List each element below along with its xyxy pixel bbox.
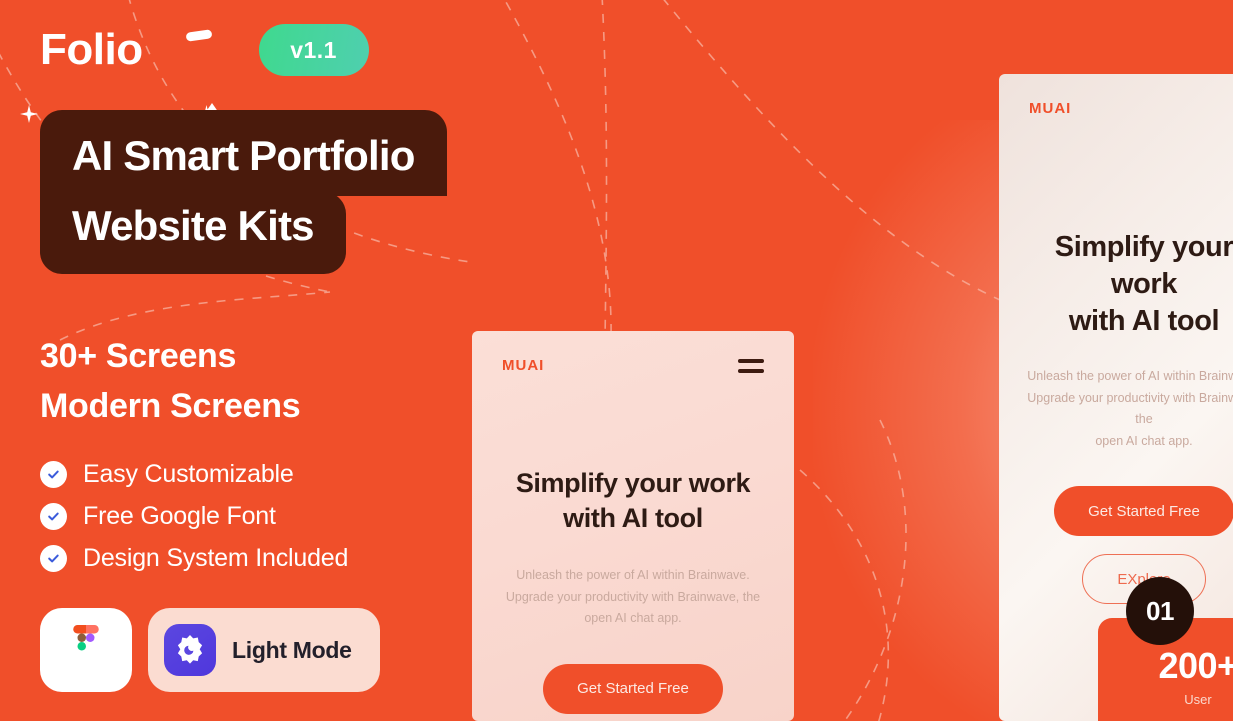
brand-logo-text: Folio xyxy=(40,25,143,74)
preview-paragraph-line-2: Upgrade your productivity with Brainwave… xyxy=(505,589,761,604)
preview-body: Simplify your work with AI tool Unleash … xyxy=(472,466,794,714)
headline-block: AI Smart Portfolio Website Kits xyxy=(40,110,447,275)
preview-heading-line-2: with AI tool xyxy=(1068,305,1220,338)
light-mode-badge[interactable]: Light Mode xyxy=(148,608,380,692)
preview-card-center: MUAI Simplify your work with AI tool Unl… xyxy=(472,331,794,721)
check-icon xyxy=(40,461,67,488)
light-mode-label: Light Mode xyxy=(232,636,352,663)
preview-heading-line-2: with AI tool xyxy=(563,502,703,533)
get-started-free-button[interactable]: Get Started Free xyxy=(543,663,723,714)
stat-label: User xyxy=(1184,692,1212,707)
preview-paragraph: Unleash the power of AI within Brainwave… xyxy=(1027,366,1233,452)
figma-logo-icon xyxy=(73,625,99,651)
preview-paragraph-line-3: open AI chat app. xyxy=(1095,433,1193,448)
check-icon xyxy=(40,545,67,572)
preview-brand: MUAI xyxy=(502,357,545,374)
left-content-column: Folio v1.1 AI Smart Portfolio Website Ki… xyxy=(0,0,470,721)
feature-label: Easy Customizable xyxy=(83,460,294,488)
subheadline-line-1: 30+ Screens xyxy=(40,337,237,375)
subheadline-line-2: Modern Screens xyxy=(40,387,301,426)
promo-banner: Folio v1.1 AI Smart Portfolio Website Ki… xyxy=(0,0,1233,721)
preview-paragraph-line-1: Unleash the power of AI within Brainwave… xyxy=(516,568,750,583)
preview-paragraph-line-1: Unleash the power of AI within Brainwave… xyxy=(1027,369,1233,384)
feature-label: Design System Included xyxy=(83,544,349,572)
preview-heading: Simplify your work with AI tool xyxy=(500,466,766,535)
tool-badge-row: Light Mode xyxy=(40,608,380,692)
preview-heading: Simplify your work with AI tool xyxy=(1027,229,1233,340)
feature-label: Free Google Font xyxy=(83,502,276,530)
get-started-free-button[interactable]: Get Started Free xyxy=(1054,486,1233,537)
list-item: Easy Customizable xyxy=(40,460,348,489)
list-item: Free Google Font xyxy=(40,502,348,531)
preview-paragraph-line-3: open AI chat app. xyxy=(584,611,682,626)
feature-list: Easy Customizable Free Google Font Desig… xyxy=(40,460,348,586)
subheadline-block: 30+ Screens Modern Screens xyxy=(40,331,301,432)
light-mode-icon xyxy=(164,624,216,676)
stat-index-bubble: 01 xyxy=(1126,577,1194,645)
preview-heading-line-1: Simplify your work xyxy=(1054,231,1233,301)
hamburger-menu-icon[interactable] xyxy=(738,358,764,373)
check-icon xyxy=(40,503,67,530)
preview-heading-line-1: Simplify your work xyxy=(515,468,751,498)
preview-body: Simplify your work with AI tool Unleash … xyxy=(999,229,1233,605)
brand-row: Folio v1.1 xyxy=(40,24,369,76)
preview-paragraph: Unleash the power of AI within Brainwave… xyxy=(500,565,766,630)
headline-line-2: Website Kits xyxy=(40,192,346,275)
list-item: Design System Included xyxy=(40,544,348,573)
stat-number: 200+ xyxy=(1158,645,1233,686)
preview-header: MUAI xyxy=(999,74,1233,117)
version-badge: v1.1 xyxy=(258,24,369,76)
preview-paragraph-line-2: Upgrade your productivity with Brainwave… xyxy=(1027,390,1233,427)
preview-brand: MUAI xyxy=(1029,100,1072,117)
preview-header: MUAI xyxy=(472,331,794,374)
headline-line-1: AI Smart Portfolio xyxy=(40,110,447,197)
figma-badge[interactable] xyxy=(40,608,132,692)
